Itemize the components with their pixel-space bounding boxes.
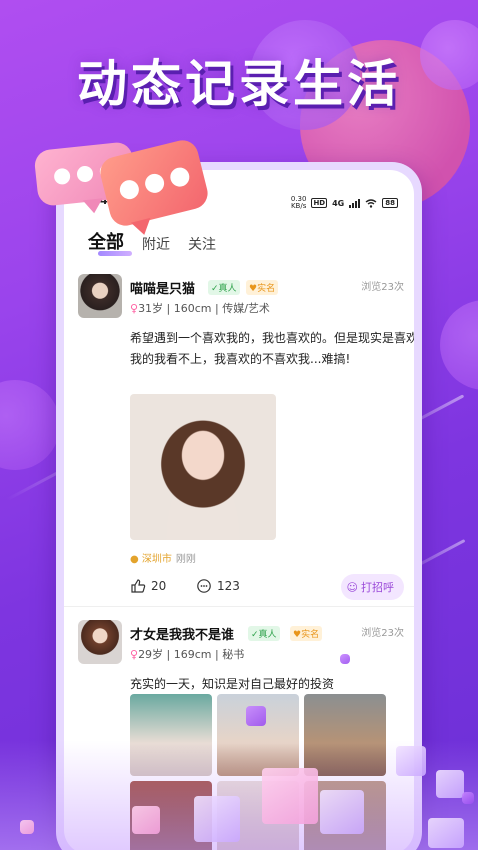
headline: 动态记录生活 xyxy=(77,55,401,113)
avatar[interactable] xyxy=(78,274,122,318)
decor-cube xyxy=(246,706,266,726)
female-icon: ♀ xyxy=(130,302,139,315)
user-name[interactable]: 喵喵是只猫 xyxy=(130,278,195,297)
net-speed: 0.30 KB/s xyxy=(290,195,307,210)
location-pin-icon: ● xyxy=(130,554,139,565)
decor-cube xyxy=(436,770,464,798)
user-meta: ♀31岁 | 160cm | 传媒/艺术 xyxy=(130,302,270,315)
decor-cube xyxy=(132,806,160,834)
greet-button[interactable]: ☺ 打招呼 xyxy=(340,574,404,600)
view-count: 浏览23次 xyxy=(361,628,404,639)
post-photo[interactable] xyxy=(130,394,276,540)
decor-cube xyxy=(462,792,474,804)
post-divider xyxy=(64,606,414,607)
decor-cube xyxy=(20,820,34,834)
signal-icon xyxy=(349,198,361,208)
tag-real: ✓真人 xyxy=(248,626,280,641)
check-icon: ✓ xyxy=(211,284,219,294)
check-icon: ✓ xyxy=(251,630,259,640)
chat-icon: ☺ xyxy=(346,580,358,594)
view-count: 浏览23次 xyxy=(361,282,404,293)
decor-bubble xyxy=(0,380,60,470)
wifi-icon xyxy=(365,198,377,208)
tab-nearby[interactable]: 附近 xyxy=(142,234,170,254)
decor-cube xyxy=(428,818,464,848)
decor-cube xyxy=(194,796,240,842)
net-type: 4G xyxy=(332,198,345,208)
post-text: 希望遇到一个喜欢我的，我也喜欢的。但是现实是喜欢我的我看不上，我喜欢的不喜欢我.… xyxy=(130,331,414,366)
user-name[interactable]: 才女是我我不是谁 xyxy=(130,624,234,643)
decor-cube xyxy=(396,746,426,776)
thumbs-up-icon xyxy=(131,579,146,593)
tag-real: ✓真人 xyxy=(208,280,240,295)
post-actions: 20 123 ☺ 打招呼 xyxy=(124,574,404,602)
like-button[interactable]: 20 xyxy=(130,578,166,594)
comment-icon xyxy=(197,579,211,593)
heart-icon: ♥ xyxy=(293,630,302,640)
avatar[interactable] xyxy=(78,620,122,664)
heart-icon: ♥ xyxy=(249,284,258,294)
battery-icon: 88 xyxy=(382,198,398,208)
user-meta: ♀29岁 | 169cm | 秘书 xyxy=(130,648,245,661)
status-icons: 0.30 KB/s HD 4G 88 xyxy=(291,196,398,210)
comment-button[interactable]: 123 xyxy=(196,578,240,594)
post-text: 充实的一天，知识是对自己最好的投资 xyxy=(130,677,335,691)
hd-icon: HD xyxy=(311,198,328,208)
tab-all[interactable]: 全部 xyxy=(88,228,132,256)
decor-cube xyxy=(340,654,350,664)
tab-following[interactable]: 关注 xyxy=(188,234,216,254)
post-location: ● 深圳市 刚刚 xyxy=(130,554,196,565)
decor-bubble xyxy=(440,300,478,390)
tag-verified: ♥实名 xyxy=(246,280,279,295)
tab-indicator xyxy=(98,251,132,256)
female-icon: ♀ xyxy=(130,648,139,661)
decor-cube xyxy=(262,768,318,824)
tag-verified: ♥实名 xyxy=(290,626,323,641)
decor-cube xyxy=(320,790,364,834)
